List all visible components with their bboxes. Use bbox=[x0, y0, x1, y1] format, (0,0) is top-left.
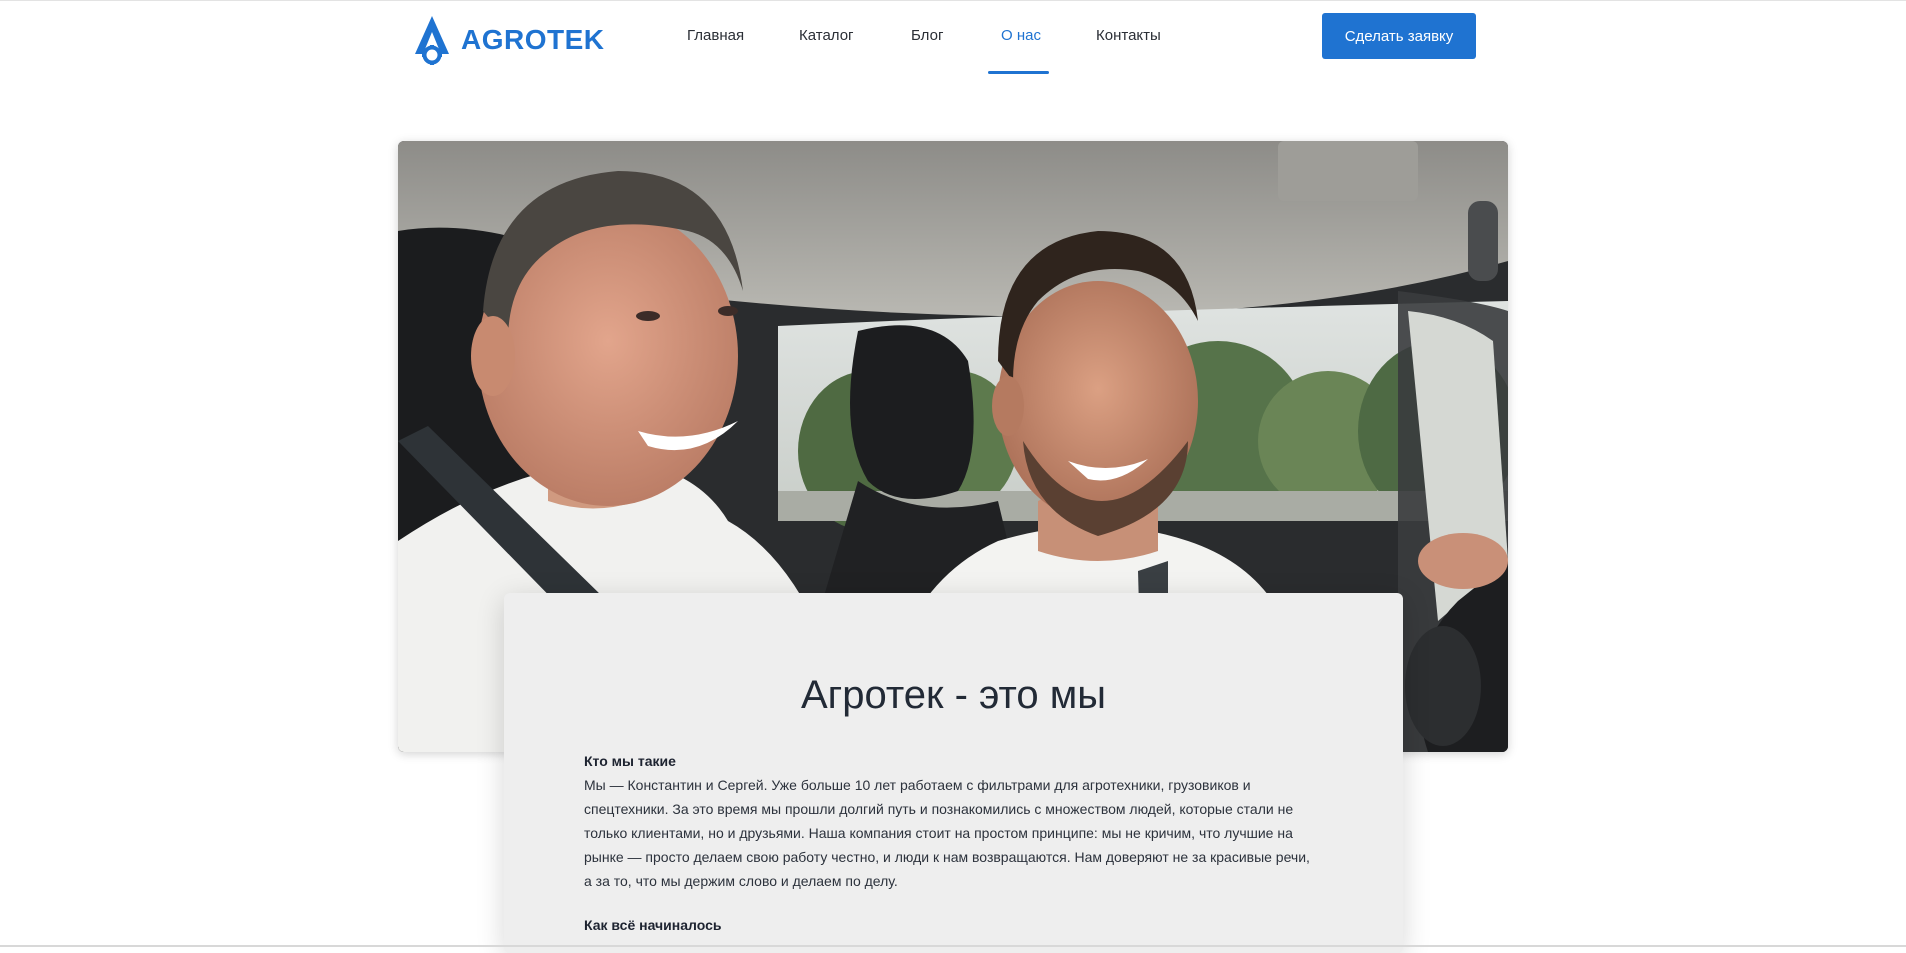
section-heading-who-we-are: Кто мы такие bbox=[584, 753, 676, 769]
paragraph-line: рынке — просто делаем свою работу честно… bbox=[584, 849, 1310, 865]
nav-item-contacts[interactable]: Контакты bbox=[1096, 27, 1161, 44]
logo-text: AGROTEK bbox=[461, 24, 605, 55]
about-card: Агротек - это мы Кто мы такие Мы — Конст… bbox=[504, 593, 1403, 953]
agrotek-logo-icon bbox=[415, 16, 449, 65]
paragraph-line: только клиентами, но и друзьями. Наша ко… bbox=[584, 825, 1293, 841]
paragraph-line: а за то, что мы держим слово и делаем по… bbox=[584, 873, 898, 889]
section-heading-how-it-started: Как всё начиналось bbox=[584, 917, 722, 933]
nav-item-blog[interactable]: Блог bbox=[911, 27, 943, 44]
section-body-who-we-are: Мы — Константин и Сергей. Уже больше 10 … bbox=[584, 773, 1329, 893]
nav-item-about[interactable]: О нас bbox=[1001, 27, 1041, 44]
paragraph-line: Мы — Константин и Сергей. Уже больше 10 … bbox=[584, 777, 1251, 793]
nav-item-home[interactable]: Главная bbox=[687, 27, 744, 44]
logo[interactable]: AGROTEK bbox=[411, 14, 605, 66]
page-title: Агротек - это мы bbox=[800, 673, 1107, 717]
request-button[interactable]: Сделать заявку bbox=[1322, 13, 1476, 59]
site-header: AGROTEK Главная Каталог Блог О нас Конта… bbox=[0, 0, 1906, 76]
paragraph-line: спецтехники. За это время мы прошли долг… bbox=[584, 801, 1294, 817]
active-nav-indicator bbox=[988, 71, 1049, 74]
nav-item-catalog[interactable]: Каталог bbox=[799, 27, 854, 44]
